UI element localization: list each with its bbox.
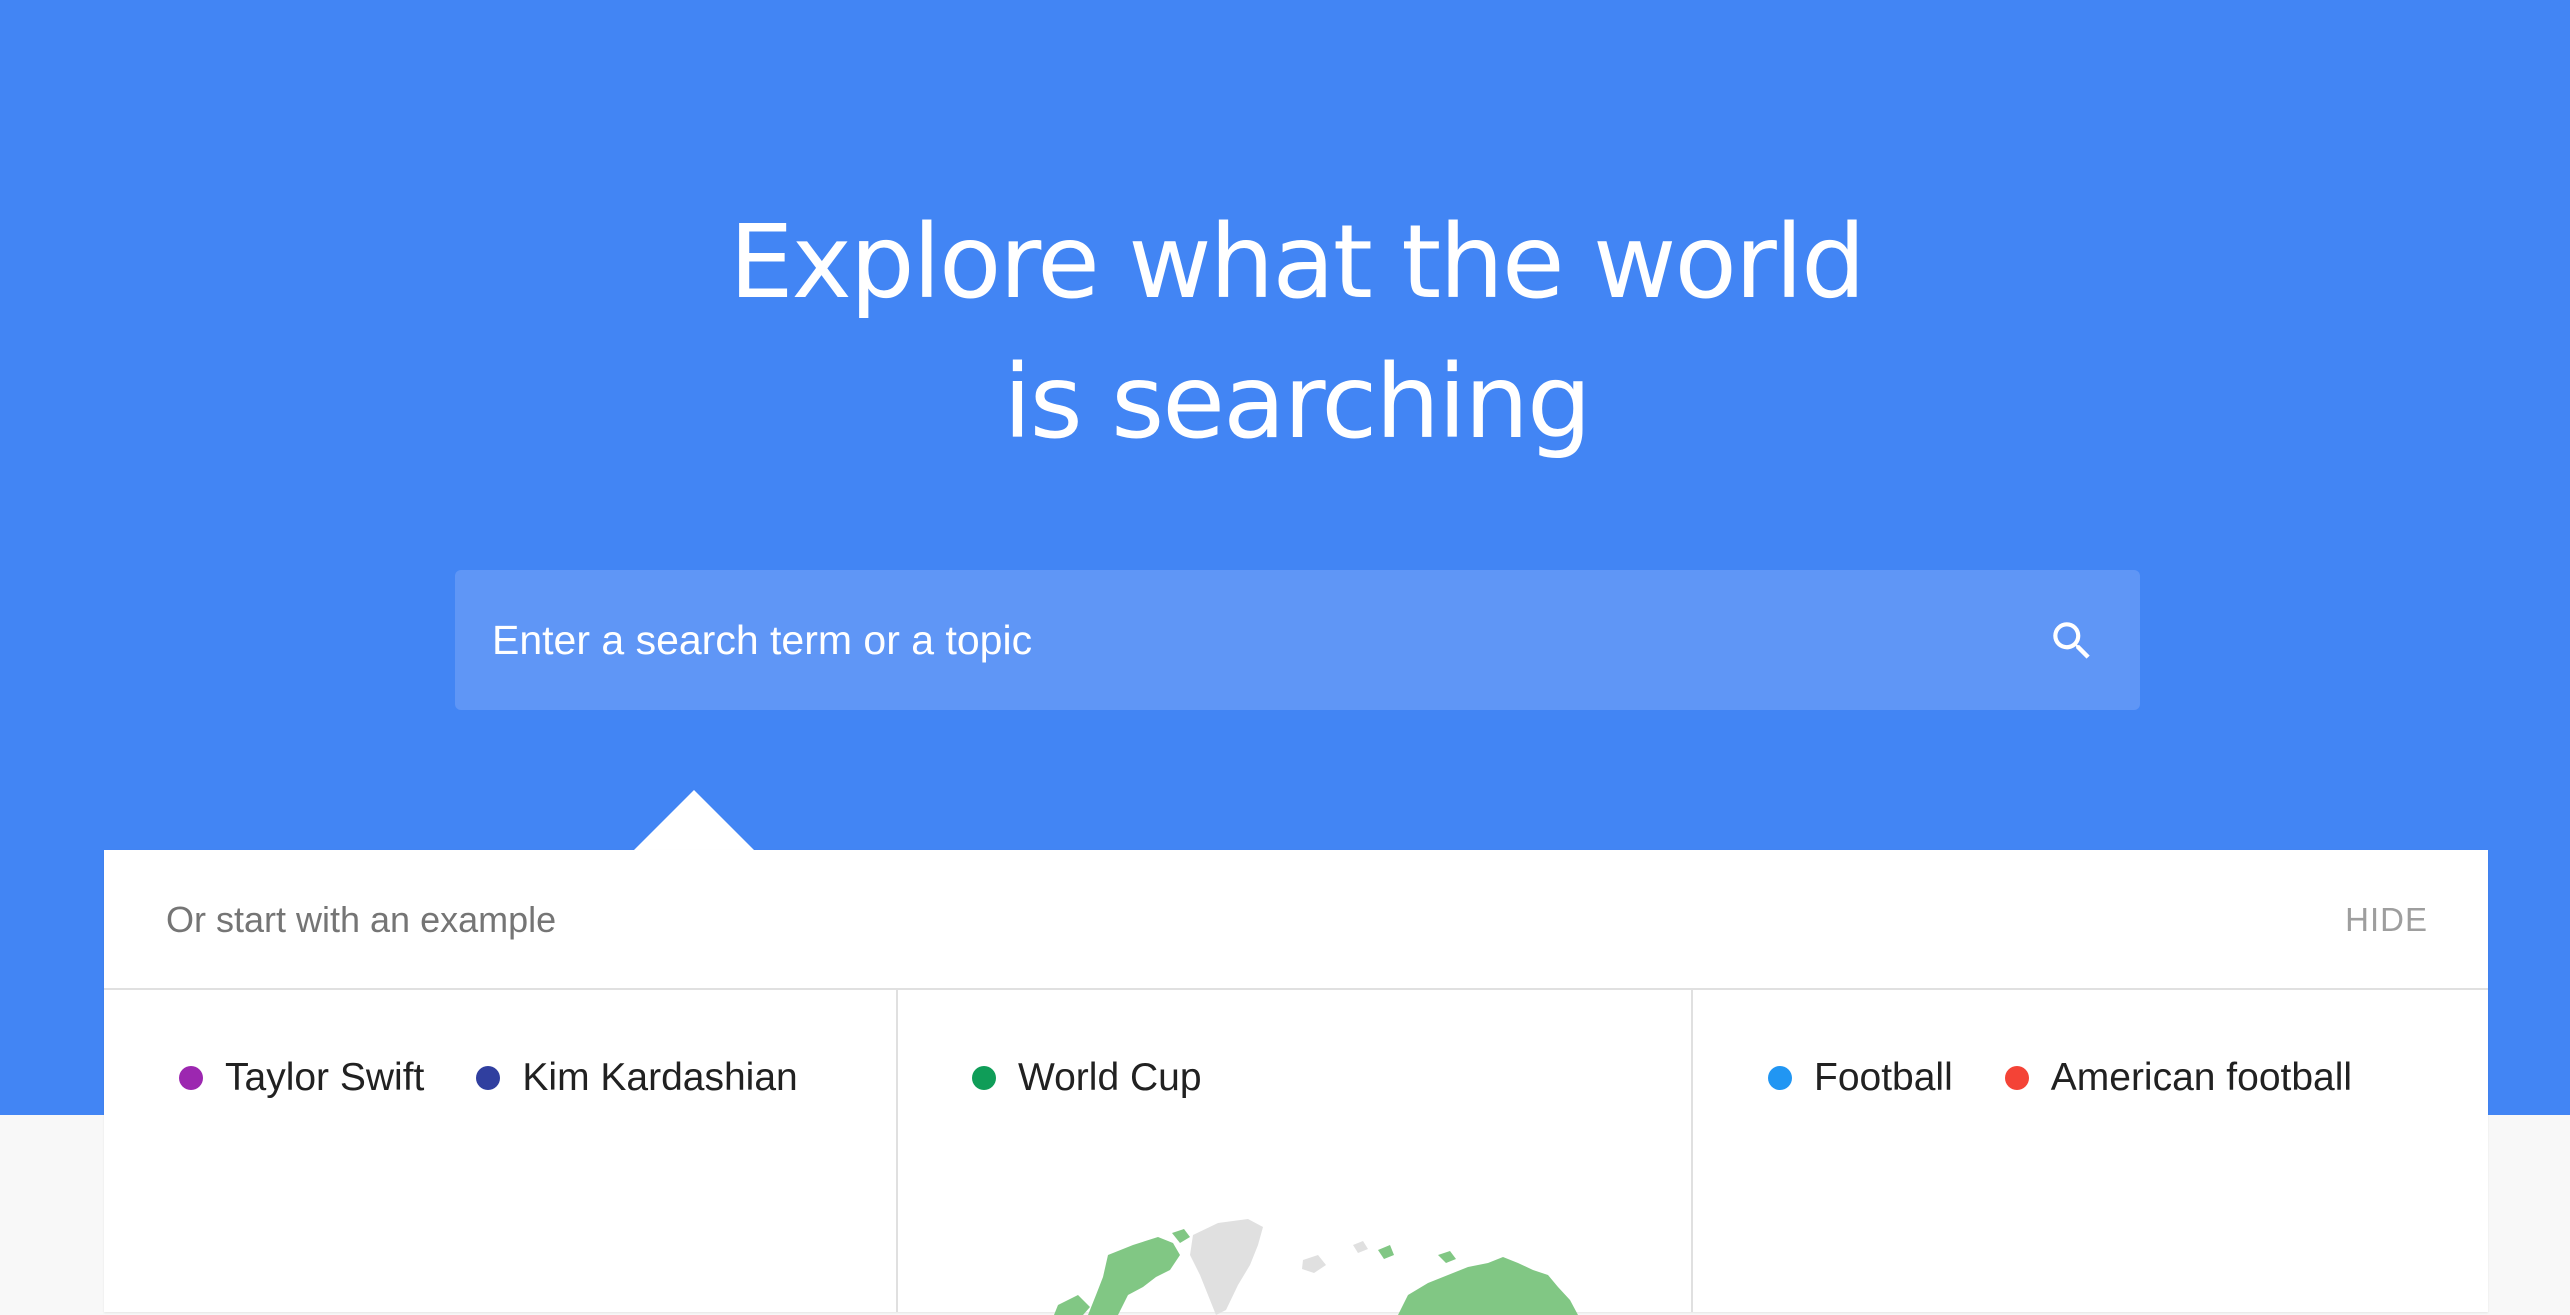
examples-header: Or start with an example HIDE [104, 850, 2488, 990]
legend-label: Taylor Swift [225, 1056, 425, 1099]
examples-title: Or start with an example [166, 899, 557, 940]
examples-card: Or start with an example HIDE Taylor Swi… [104, 850, 2488, 1315]
search-input[interactable] [492, 570, 2032, 710]
series-dot [2004, 1066, 2029, 1090]
search-box[interactable] [455, 570, 2140, 710]
legend-label: Football [1814, 1056, 1953, 1099]
example-card-taylor-kim[interactable]: Taylor Swift Kim Kardashian [104, 990, 898, 1312]
example-card-world-cup[interactable]: World Cup [898, 990, 1693, 1315]
legend-label: Kim Kardashian [522, 1056, 798, 1099]
example-legend[interactable]: World Cup [972, 1054, 1254, 1102]
hide-button[interactable]: HIDE [2345, 898, 2428, 942]
world-map [1054, 1219, 1578, 1315]
series-dot [179, 1066, 203, 1090]
example-legend[interactable]: Football American football [1768, 1054, 2404, 1102]
hero-title: Explore what the world is searching [0, 193, 2570, 473]
legend-item-american-football: American football [2004, 1054, 2353, 1102]
example-legend[interactable]: Taylor Swift Kim Kardashian [179, 1054, 850, 1102]
legend-label: World Cup [1018, 1056, 1202, 1099]
series-dot [476, 1066, 501, 1090]
series-dot [1768, 1066, 1792, 1090]
legend-item-football: Football [1768, 1054, 1953, 1102]
legend-item-taylor-swift: Taylor Swift [179, 1054, 424, 1102]
search-icon[interactable] [2047, 616, 2097, 666]
example-card-football[interactable]: Football American football [1693, 990, 2488, 1312]
legend-item-world-cup: World Cup [972, 1054, 1202, 1102]
legend-label: American football [2050, 1056, 2353, 1099]
hero-title-line-1: Explore what the world [729, 203, 1866, 322]
callout-pointer [634, 790, 754, 850]
series-dot [972, 1066, 996, 1090]
hero-title-line-2: is searching [1003, 343, 1591, 462]
legend-item-kim-kardashian: Kim Kardashian [476, 1054, 798, 1102]
